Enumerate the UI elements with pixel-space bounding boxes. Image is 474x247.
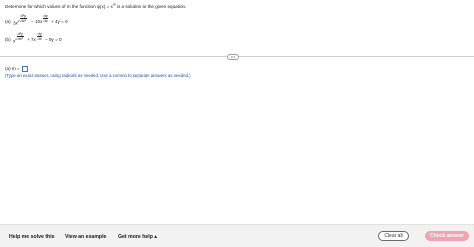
- equation-a-second-derivative: d²y dx²: [20, 13, 27, 24]
- answer-row: (a) m =: [5, 66, 28, 72]
- question-prefix: Determine for which values of m the func…: [5, 4, 96, 9]
- equation-b-label: (b): [5, 37, 11, 42]
- help-me-solve-link[interactable]: Help me solve this: [9, 234, 55, 240]
- function-exponent: m: [112, 2, 116, 7]
- answer-label: (a) m =: [5, 66, 20, 72]
- equation-b-first-derivative: dy dx: [37, 31, 43, 42]
- equation-a-label: (a): [5, 19, 11, 24]
- get-more-help-link[interactable]: Get more help ▴: [118, 234, 157, 240]
- equation-b-second-derivative: d²y dx²: [17, 31, 24, 42]
- answer-hint: (Type an exact answer, using radicals as…: [5, 73, 191, 78]
- equation-a-tail: + 4y = 0: [51, 19, 68, 24]
- check-answer-button[interactable]: Check answer: [425, 231, 469, 241]
- view-example-link[interactable]: View an example: [65, 234, 106, 240]
- clear-all-button[interactable]: Clear all: [378, 231, 409, 241]
- answer-input[interactable]: [21, 66, 28, 72]
- equation-a-middle: − 10x: [31, 19, 43, 24]
- function-expression: φ(x) = x: [96, 4, 113, 9]
- divider-handle[interactable]: •••: [227, 53, 239, 60]
- question-text: Determine for which values of m the func…: [5, 2, 187, 10]
- equation-b-middle: + 7x: [27, 37, 36, 42]
- question-suffix: is a solution to the given equation.: [116, 4, 187, 9]
- equation-a-first-derivative: dy dx: [43, 13, 49, 24]
- equation-b-tail: − 9y = 0: [45, 37, 62, 42]
- equation-a-lead: 3x2: [13, 19, 20, 26]
- footer-bar: Help me solve this View an example Get m…: [0, 224, 474, 247]
